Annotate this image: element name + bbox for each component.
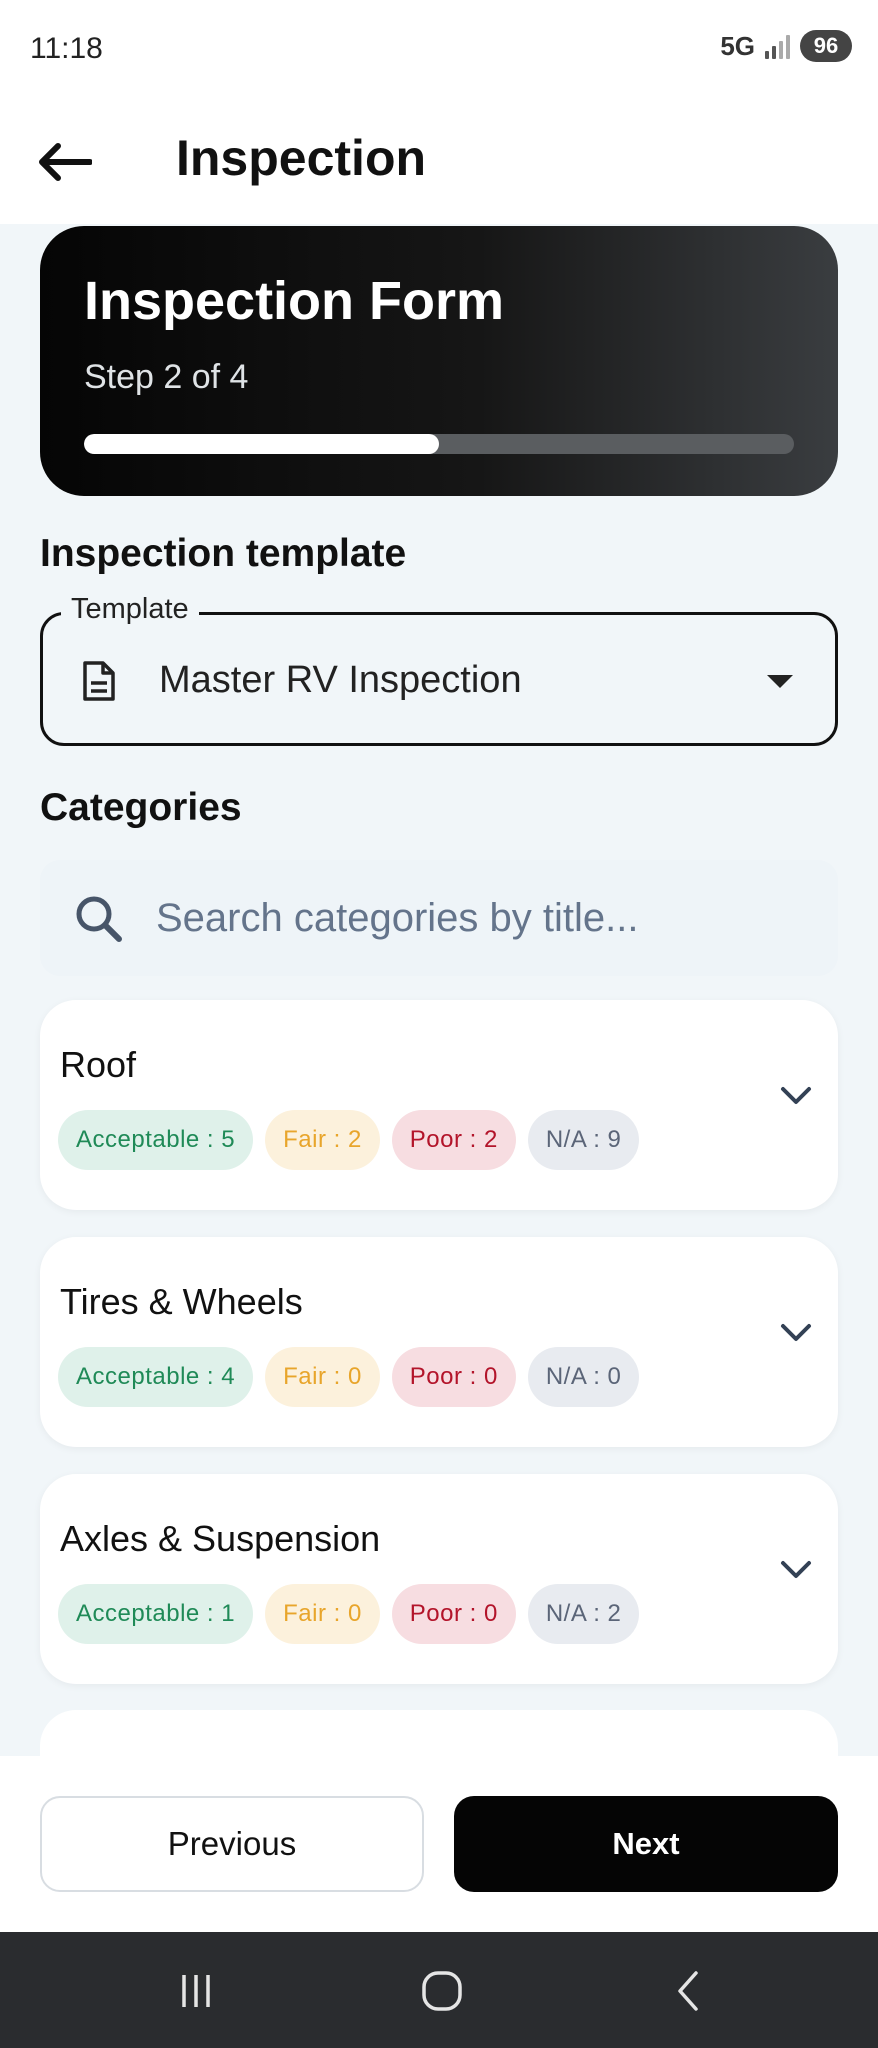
na-count-chip: N/A : 2 — [527, 1584, 640, 1644]
na-count-chip: N/A : 0 — [527, 1347, 640, 1407]
category-search-input[interactable] — [156, 886, 796, 950]
inspection-form-header-card: Inspection Form Step 2 of 4 — [40, 226, 838, 496]
acceptable-count-chip: Acceptable : 1 — [58, 1584, 254, 1644]
chevron-left-icon — [678, 1971, 698, 2011]
signal-icon — [765, 33, 790, 59]
fair-count-chip: Fair : 2 — [265, 1110, 380, 1170]
category-card-roof[interactable]: Roof Acceptable : 5 Fair : 2 Poor : 2 N/… — [40, 1000, 838, 1210]
poor-count-chip: Poor : 2 — [391, 1110, 516, 1170]
form-title: Inspection Form — [84, 271, 505, 331]
caret-down-icon — [767, 675, 793, 688]
status-time: 11:18 — [30, 32, 103, 65]
bottom-action-bar: Previous Next — [0, 1756, 878, 1932]
chevron-down-icon[interactable] — [780, 1323, 812, 1343]
progress-fill — [84, 434, 439, 454]
template-dropdown[interactable]: Template Master RV Inspection — [40, 593, 838, 746]
rating-chips: Acceptable : 1 Fair : 0 Poor : 0 N/A : 2 — [58, 1584, 640, 1644]
acceptable-count-chip: Acceptable : 4 — [58, 1347, 254, 1407]
poor-count-chip: Poor : 0 — [391, 1584, 516, 1644]
document-icon — [83, 661, 115, 701]
chevron-down-icon[interactable] — [780, 1560, 812, 1580]
fair-count-chip: Fair : 0 — [265, 1584, 380, 1644]
home-button[interactable] — [412, 1966, 472, 2016]
system-back-button[interactable] — [658, 1966, 718, 2016]
rating-chips: Acceptable : 5 Fair : 2 Poor : 2 N/A : 9 — [58, 1110, 640, 1170]
recent-apps-button[interactable] — [166, 1966, 226, 2016]
back-button[interactable] — [30, 128, 98, 196]
category-card-tires-wheels[interactable]: Tires & Wheels Acceptable : 4 Fair : 0 P… — [40, 1237, 838, 1447]
categories-section-heading: Categories — [40, 786, 242, 829]
status-indicators: 5G 96 — [720, 30, 852, 62]
acceptable-count-chip: Acceptable : 5 — [58, 1110, 254, 1170]
network-label: 5G — [720, 30, 755, 61]
category-title: Roof — [60, 1044, 137, 1085]
category-card-axles-suspension[interactable]: Axles & Suspension Acceptable : 1 Fair :… — [40, 1474, 838, 1684]
system-navigation-bar — [0, 1932, 878, 2048]
app-bar: Inspection — [0, 100, 878, 224]
template-selected-value: Master RV Inspection — [159, 659, 522, 701]
previous-button[interactable]: Previous — [40, 1796, 424, 1892]
home-icon — [422, 1971, 462, 2011]
page-title: Inspection — [176, 130, 427, 186]
poor-count-chip: Poor : 0 — [391, 1347, 516, 1407]
arrow-left-icon — [39, 143, 92, 181]
fair-count-chip: Fair : 0 — [265, 1347, 380, 1407]
status-bar: 11:18 5G 96 — [0, 0, 878, 100]
category-title: Axles & Suspension — [60, 1518, 381, 1559]
chevron-down-icon[interactable] — [780, 1086, 812, 1106]
step-indicator: Step 2 of 4 — [84, 358, 249, 396]
progress-bar — [84, 434, 794, 454]
template-field-label: Template — [61, 593, 199, 626]
template-section-heading: Inspection template — [40, 532, 407, 575]
battery-badge: 96 — [800, 30, 852, 62]
rating-chips: Acceptable : 4 Fair : 0 Poor : 0 N/A : 0 — [58, 1347, 640, 1407]
recent-apps-icon — [182, 1975, 210, 2007]
search-icon — [76, 896, 122, 942]
next-button[interactable]: Next — [454, 1796, 838, 1892]
na-count-chip: N/A : 9 — [527, 1110, 640, 1170]
category-search-box — [40, 860, 838, 976]
category-title: Tires & Wheels — [60, 1281, 303, 1322]
